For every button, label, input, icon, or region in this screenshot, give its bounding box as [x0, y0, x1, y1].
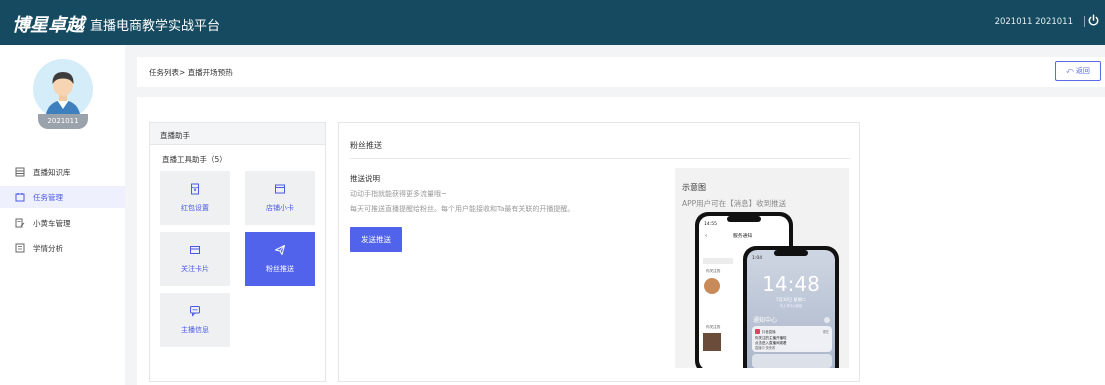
- front-phone-time: 1:04: [752, 255, 762, 261]
- breadcrumb[interactable]: 任务列表> 直播开场预热: [149, 67, 233, 78]
- example-area: 示意图 APP用户可在【消息】收到推送 14:55 ‹ 服务通知 你关注的 你关…: [675, 168, 849, 368]
- platform-title: 直播电商教学实战平台: [90, 19, 221, 34]
- avatar[interactable]: [33, 59, 93, 119]
- tool-shop-card[interactable]: 店铺小卡: [245, 171, 315, 225]
- shop-card-icon: [275, 184, 285, 194]
- push-title: 粉丝推送: [350, 141, 382, 150]
- sidebar-item-label: 小黄车管理: [33, 219, 71, 228]
- back-phone-chevron: ‹: [705, 233, 707, 239]
- power-icon[interactable]: [1087, 14, 1100, 27]
- tool-fan-push[interactable]: 粉丝推送: [245, 232, 315, 286]
- logo: 博星卓越: [12, 15, 84, 36]
- back-button[interactable]: ⤺ 返回: [1055, 61, 1101, 81]
- database-icon: [15, 167, 25, 177]
- notify-center-title: 通知中心: [753, 316, 777, 324]
- sidebar-item-analysis[interactable]: 学情分析: [0, 237, 125, 259]
- tool-label: 主播信息: [181, 326, 209, 334]
- notify-close-icon: [824, 317, 830, 323]
- desc-title: 推送说明: [350, 174, 380, 183]
- phone-mockup: 14:55 ‹ 服务通知 你关注的 你关注的 1:04 14:48 7月30日 …: [695, 212, 839, 368]
- assistant-panel: 直播助手 直播工具助手（5） 红包设置 店铺小卡 关注卡片 粉丝推送 主播信息: [149, 122, 326, 382]
- sidebar-item-knowledge[interactable]: 直播知识库: [0, 161, 125, 183]
- notify-app: 抖音直播: [762, 329, 776, 334]
- tool-label: 关注卡片: [181, 265, 209, 273]
- push-panel: 粉丝推送 推送说明 动动手指就能获得更多流量哦~ 每天可推送直播提醒给粉丝。每个…: [338, 122, 860, 382]
- sidebar-item-label: 直播知识库: [33, 168, 71, 177]
- avatar-badge: 2021011: [38, 114, 88, 129]
- back-phone-title: 服务通知: [733, 232, 752, 239]
- tool-label: 粉丝推送: [266, 265, 294, 273]
- list-avatar-2: [703, 333, 721, 351]
- divider: [350, 158, 850, 159]
- notify-line-3: 直播中 快来看: [755, 345, 775, 350]
- tool-red-packet[interactable]: 红包设置: [160, 171, 230, 225]
- desc-line-1: 动动手指就能获得更多流量哦~: [350, 190, 447, 198]
- list-avatar-1: [704, 278, 720, 294]
- notify-line-1: 你关注的主播开播啦: [755, 335, 787, 340]
- send-push-button[interactable]: 发送推送: [350, 227, 402, 252]
- sidebar-item-task[interactable]: 任务管理: [0, 186, 125, 208]
- assistant-header: 直播助手: [150, 123, 325, 145]
- list-name-1: 你关注的: [706, 268, 721, 273]
- desc-line-2: 每天可推送直播提醒给粉丝。每个用户能接收和Ta最有关联的开播提醒。: [350, 205, 575, 213]
- tool-anchor-info[interactable]: 主播信息: [160, 293, 230, 347]
- top-bar: 博星卓越 直播电商教学实战平台 2021011 2021011: [0, 0, 1105, 45]
- main-content: 直播助手 直播工具助手（5） 红包设置 店铺小卡 关注卡片 粉丝推送 主播信息 …: [137, 97, 1105, 385]
- sidebar-item-label: 任务管理: [33, 193, 63, 202]
- lock-unlock-hint: 向上滑动以解锁: [780, 303, 803, 308]
- list-name-2: 你关注的: [706, 324, 721, 329]
- back-label: 返回: [1075, 67, 1090, 75]
- breadcrumb-bar: 任务列表> 直播开场预热 ⤺ 返回: [137, 57, 1105, 87]
- notify-time: 现在: [823, 329, 829, 334]
- back-phone-time: 14:55: [704, 221, 717, 227]
- sidebar: 2021011 直播知识库 任务管理 小黄车管理 学情分析: [0, 45, 125, 385]
- app-icon: [755, 329, 760, 334]
- tool-label: 红包设置: [181, 204, 209, 212]
- chart-icon: [15, 243, 25, 253]
- tool-follow-card[interactable]: 关注卡片: [160, 232, 230, 286]
- sidebar-item-label: 学情分析: [33, 244, 63, 253]
- notify-line-2: 点击进入直播间观看: [755, 340, 787, 345]
- send-icon: [275, 245, 285, 255]
- notification-stack: [752, 354, 832, 368]
- cart-manage-icon: [15, 218, 25, 228]
- tool-label: 店铺小卡: [266, 204, 294, 212]
- tools-title: 直播工具助手（5）: [162, 155, 227, 164]
- assistant-title: 直播助手: [160, 131, 190, 140]
- anchor-info-icon: [190, 306, 200, 317]
- follow-card-icon: [190, 246, 200, 254]
- header-divider: [1084, 16, 1085, 27]
- sidebar-item-cart[interactable]: 小黄车管理: [0, 212, 125, 234]
- user-name[interactable]: 2021011 2021011: [995, 17, 1073, 27]
- avatar-illustration: [33, 59, 93, 119]
- back-icon: ⤺: [1066, 67, 1074, 75]
- lock-clock: 14:48: [762, 272, 820, 296]
- red-packet-icon: [191, 183, 199, 195]
- task-icon: [15, 193, 25, 202]
